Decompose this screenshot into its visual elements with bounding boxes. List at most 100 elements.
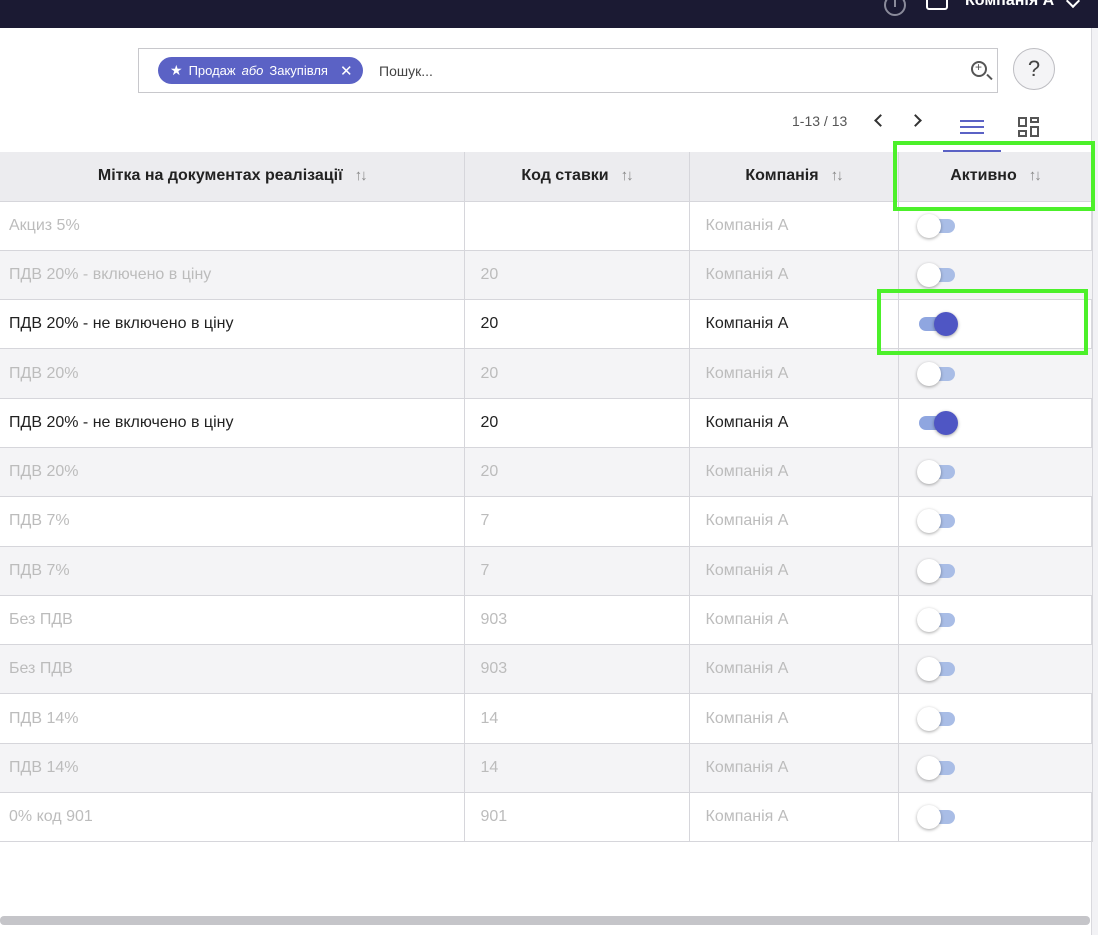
cell-code[interactable]: 20 xyxy=(464,348,690,399)
sort-icon[interactable]: ↑↓ xyxy=(1029,167,1042,184)
chevron-right-icon[interactable] xyxy=(909,114,922,127)
cell-code[interactable]: 901 xyxy=(464,792,690,843)
column-header-company[interactable]: Компанія ↑↓ xyxy=(689,152,899,202)
cell-label[interactable]: Акциз 5% xyxy=(0,201,465,251)
active-toggle[interactable] xyxy=(916,805,957,830)
cell-active xyxy=(898,792,1093,843)
cell-label[interactable]: ПДВ 14% xyxy=(0,693,465,744)
cell-company[interactable]: Компанія А xyxy=(689,644,899,695)
table-row[interactable]: ПДВ 20% 20 Компанія А xyxy=(0,348,1093,399)
facet-sale: Продаж xyxy=(188,63,236,78)
active-toggle[interactable] xyxy=(916,657,957,682)
active-toggle[interactable] xyxy=(916,460,957,485)
table-row[interactable]: ПДВ 20% - включено в ціну 20 Компанія А xyxy=(0,250,1093,301)
active-toggle[interactable] xyxy=(916,509,957,534)
sort-icon[interactable]: ↑↓ xyxy=(355,167,368,184)
active-toggle[interactable] xyxy=(916,608,957,633)
search-input[interactable] xyxy=(379,62,959,80)
cell-code[interactable]: 14 xyxy=(464,743,690,794)
cell-active xyxy=(898,398,1093,448)
cell-company[interactable]: Компанія А xyxy=(689,299,899,350)
activity-clock-icon[interactable] xyxy=(884,0,906,16)
column-header-active[interactable]: Активно ↑↓ xyxy=(898,152,1093,202)
search-options-icon[interactable] xyxy=(971,60,987,77)
list-view-icon[interactable] xyxy=(960,120,984,136)
cell-company[interactable]: Компанія А xyxy=(689,743,899,794)
cell-label[interactable]: ПДВ 7% xyxy=(0,546,465,596)
table-row[interactable]: ПДВ 20% - не включено в ціну 20 Компанія А xyxy=(0,398,1093,448)
sort-icon[interactable]: ↑↓ xyxy=(621,167,634,184)
cell-label[interactable]: ПДВ 20% - не включено в ціну xyxy=(0,299,465,350)
cell-code[interactable]: 20 xyxy=(464,447,690,498)
cell-label[interactable]: ПДВ 20% xyxy=(0,348,465,399)
facet-or: або xyxy=(241,63,264,78)
cell-code[interactable]: 20 xyxy=(464,398,690,448)
cell-label[interactable]: Без ПДВ xyxy=(0,644,465,695)
cell-active xyxy=(898,693,1093,744)
active-toggle[interactable] xyxy=(917,312,958,337)
table-row[interactable]: ПДВ 7% 7 Компанія А xyxy=(0,546,1093,596)
cell-label[interactable]: ПДВ 20% xyxy=(0,447,465,498)
column-header-label[interactable]: Мітка на документах реалізації ↑↓ xyxy=(0,152,465,202)
cell-company[interactable]: Компанія А xyxy=(689,595,899,646)
cell-label[interactable]: ПДВ 7% xyxy=(0,496,465,547)
cell-company[interactable]: Компанія А xyxy=(689,447,899,498)
search-bar[interactable]: ★ Продаж або Закупівля ✕ xyxy=(138,48,998,93)
cell-label[interactable]: ПДВ 20% - включено в ціну xyxy=(0,250,465,301)
table-row[interactable]: ПДВ 7% 7 Компанія А xyxy=(0,496,1093,547)
pager-value[interactable]: 1-13 / 13 xyxy=(792,113,847,129)
active-toggle[interactable] xyxy=(916,755,957,780)
active-toggle[interactable] xyxy=(916,706,957,731)
cell-company[interactable]: Компанія А xyxy=(689,546,899,596)
table-row[interactable]: Без ПДВ 903 Компанія А xyxy=(0,644,1093,695)
cell-code[interactable]: 20 xyxy=(464,299,690,350)
cell-company[interactable]: Компанія А xyxy=(689,398,899,448)
cell-label[interactable]: Без ПДВ xyxy=(0,595,465,646)
sort-icon[interactable]: ↑↓ xyxy=(831,167,844,184)
chevron-left-icon[interactable] xyxy=(874,114,887,127)
cell-code[interactable]: 20 xyxy=(464,250,690,301)
table-row[interactable]: ПДВ 20% - не включено в ціну 20 Компанія А xyxy=(0,299,1093,350)
cell-company[interactable]: Компанія А xyxy=(689,792,899,843)
column-header-code[interactable]: Код ставки ↑↓ xyxy=(464,152,690,202)
kanban-view-icon[interactable] xyxy=(1018,117,1040,137)
help-button[interactable]: ? xyxy=(1013,48,1055,90)
cell-code[interactable]: 14 xyxy=(464,693,690,744)
chevron-down-icon[interactable] xyxy=(1065,0,1081,9)
active-toggle[interactable] xyxy=(916,558,957,583)
cell-code[interactable]: 7 xyxy=(464,546,690,596)
cell-company[interactable]: Компанія А xyxy=(689,348,899,399)
company-switcher[interactable]: Компанія А xyxy=(965,0,1054,10)
cell-code[interactable]: 903 xyxy=(464,595,690,646)
table-row[interactable]: Без ПДВ 903 Компанія А xyxy=(0,595,1093,646)
cell-active xyxy=(898,447,1093,498)
cell-active xyxy=(898,496,1093,547)
cell-label[interactable]: ПДВ 14% xyxy=(0,743,465,794)
cell-company[interactable]: Компанія А xyxy=(689,496,899,547)
cell-active xyxy=(898,546,1093,596)
horizontal-scrollbar[interactable] xyxy=(0,916,1090,925)
table-row[interactable]: ПДВ 14% 14 Компанія А xyxy=(0,743,1093,794)
table-row[interactable]: 0% код 901 901 Компанія А xyxy=(0,792,1093,843)
active-toggle[interactable] xyxy=(916,213,957,238)
cell-active xyxy=(898,299,1093,350)
table-row[interactable]: Акциз 5% Компанія А xyxy=(0,201,1093,251)
top-navbar: Компанія А xyxy=(0,0,1098,28)
table-row[interactable]: ПДВ 20% 20 Компанія А xyxy=(0,447,1093,498)
cell-company[interactable]: Компанія А xyxy=(689,201,899,251)
cell-code[interactable]: 903 xyxy=(464,644,690,695)
cell-company[interactable]: Компанія А xyxy=(689,250,899,301)
active-toggle[interactable] xyxy=(917,410,958,435)
close-icon[interactable]: ✕ xyxy=(340,62,353,80)
cell-code[interactable] xyxy=(464,201,690,251)
cell-company[interactable]: Компанія А xyxy=(689,693,899,744)
taxes-list-table: Мітка на документах реалізації ↑↓ Код ста… xyxy=(0,152,1093,843)
cell-label[interactable]: 0% код 901 xyxy=(0,792,465,843)
messages-icon[interactable] xyxy=(926,0,948,10)
table-row[interactable]: ПДВ 14% 14 Компанія А xyxy=(0,693,1093,744)
cell-label[interactable]: ПДВ 20% - не включено в ціну xyxy=(0,398,465,448)
active-toggle[interactable] xyxy=(916,361,957,386)
cell-code[interactable]: 7 xyxy=(464,496,690,547)
active-toggle[interactable] xyxy=(916,262,957,287)
filter-facet[interactable]: ★ Продаж або Закупівля ✕ xyxy=(158,57,363,84)
